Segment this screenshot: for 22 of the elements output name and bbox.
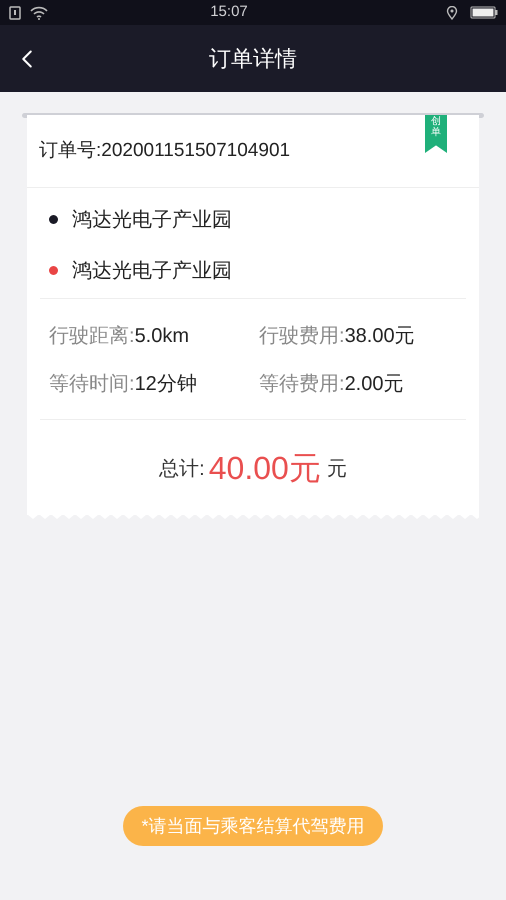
sim-icon bbox=[8, 6, 22, 20]
stat-value: 2.00元 bbox=[344, 372, 404, 397]
total-amount: 40.00元 bbox=[208, 448, 321, 488]
stat-value: 38.00元 bbox=[344, 324, 415, 349]
stat-label: 行驶距离: bbox=[49, 324, 135, 349]
stat-label: 等待时间: bbox=[49, 372, 135, 397]
status-time: 15:07 bbox=[209, 2, 249, 22]
address-text: 鸿达光电子产业园 bbox=[72, 258, 232, 284]
stat-value: 12分钟 bbox=[134, 372, 197, 397]
order-number: 订单号:202001151507104901 bbox=[39, 138, 290, 163]
total-unit: 元 bbox=[326, 456, 347, 482]
ribbon-label: 创单 bbox=[431, 116, 441, 140]
wifi-icon bbox=[30, 6, 48, 20]
page-title: 订单详情 bbox=[209, 45, 297, 73]
stat-value: 5.0km bbox=[134, 324, 190, 349]
location-icon bbox=[446, 6, 458, 20]
total-label: 总计: bbox=[159, 456, 205, 482]
stat-label: 等待费用: bbox=[259, 372, 345, 397]
battery-icon bbox=[470, 6, 498, 19]
notice-pill: *请当面与乘客结算代驾费用 bbox=[123, 806, 382, 846]
address-text: 鸿达光电子产业园 bbox=[72, 208, 232, 232]
stat-label: 行驶费用: bbox=[259, 324, 345, 349]
